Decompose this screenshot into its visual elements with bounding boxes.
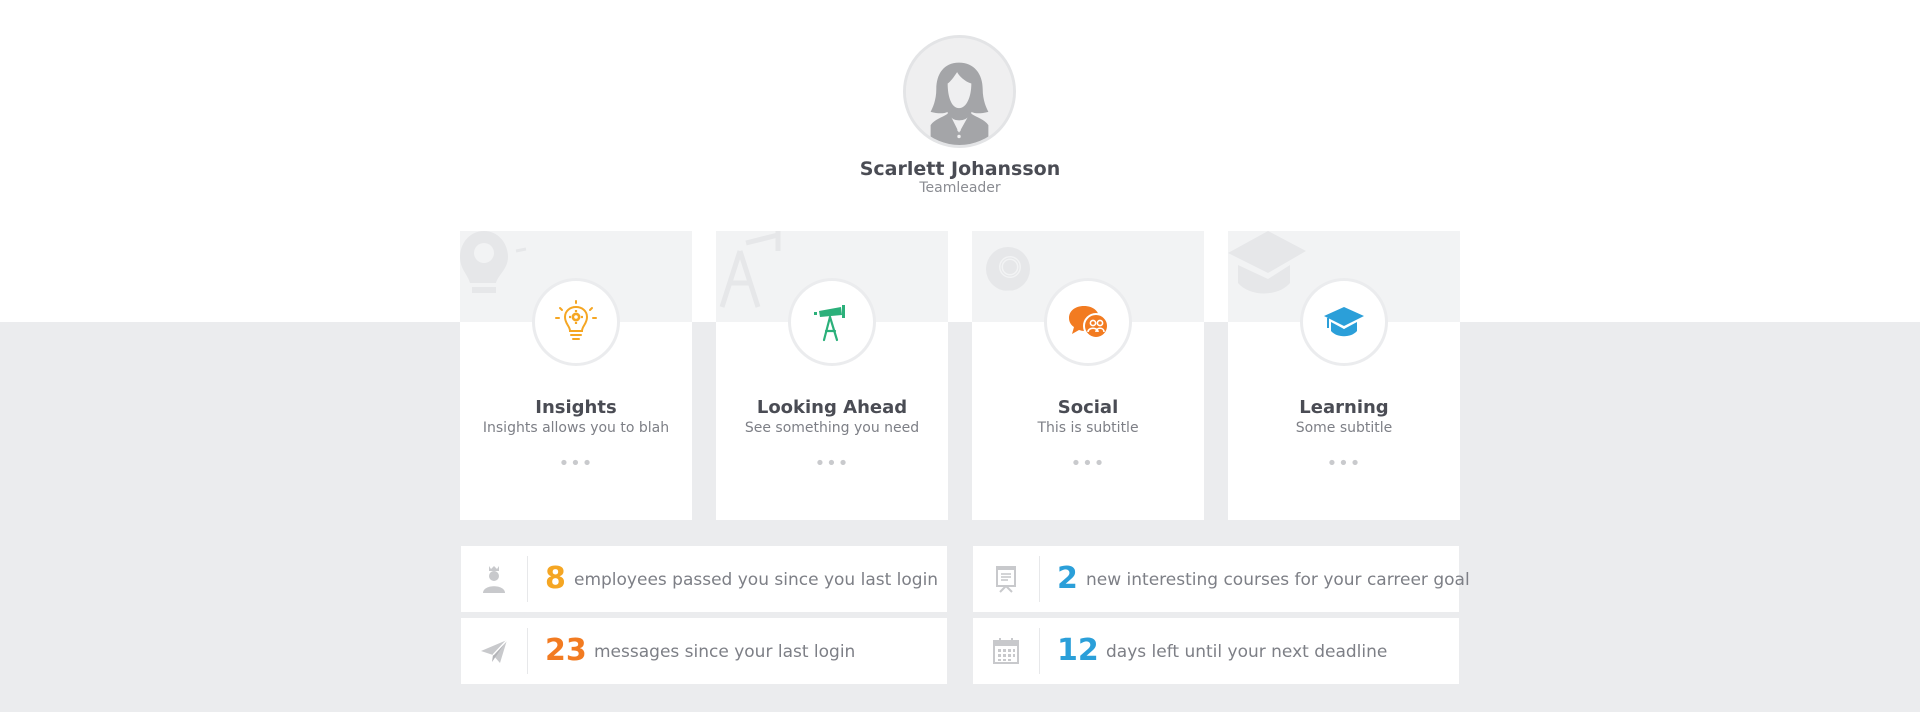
card-title: Learning (1299, 397, 1389, 418)
card-subtitle: This is subtitle (1037, 420, 1139, 436)
more-icon[interactable]: ••• (1228, 455, 1460, 473)
card-title: Insights (535, 397, 617, 418)
card-social[interactable]: Social This is subtitle ••• (972, 231, 1204, 520)
user-avatar-icon (906, 38, 1013, 145)
card-subtitle: Insights allows you to blah (482, 420, 670, 436)
card-subtitle: See something you need (744, 420, 920, 436)
card-title: Social (1057, 397, 1119, 418)
lightbulb-icon (555, 300, 597, 340)
more-icon[interactable]: ••• (972, 455, 1204, 473)
card-learning[interactable]: Learning Some subtitle ••• (1228, 231, 1460, 520)
more-icon[interactable]: ••• (460, 455, 692, 473)
stat-text: new interesting courses for your carreer… (1086, 570, 1470, 590)
telescope-icon (814, 305, 845, 342)
profile-role: Teamleader (919, 180, 1001, 196)
card-subtitle: Some subtitle (1295, 420, 1393, 436)
stat-messages[interactable]: 23 messages since your last login (461, 618, 947, 684)
content-background (0, 322, 1920, 712)
avatar[interactable] (903, 35, 1016, 148)
graduation-cap-icon (1324, 307, 1364, 337)
stat-text: employees passed you since you last logi… (574, 570, 939, 590)
stat-text: messages since your last login (594, 642, 856, 662)
stat-number: 23 (545, 633, 587, 668)
card-title: Looking Ahead (756, 397, 908, 418)
paper-plane-icon (481, 639, 508, 663)
chat-people-icon (1069, 306, 1109, 339)
stat-days-left[interactable]: 12 days left until your next deadline (973, 618, 1459, 684)
stat-employees-passed[interactable]: 8 employees passed you since you last lo… (461, 546, 947, 612)
card-insights[interactable]: Insights Insights allows you to blah ••• (460, 231, 692, 520)
stat-text: days left until your next deadline (1106, 642, 1388, 662)
stat-number: 2 (1057, 561, 1078, 596)
stat-number: 12 (1057, 633, 1099, 668)
profile-name: Scarlett Johansson (859, 158, 1061, 180)
card-looking-ahead[interactable]: Looking Ahead See something you need ••• (716, 231, 948, 520)
calendar-icon (993, 638, 1019, 664)
crowned-person-icon (483, 566, 505, 593)
stat-number: 8 (545, 561, 566, 596)
stat-new-courses[interactable]: 2 new interesting courses for your carre… (973, 546, 1470, 612)
more-icon[interactable]: ••• (716, 455, 948, 473)
presentation-board-icon (996, 566, 1016, 593)
